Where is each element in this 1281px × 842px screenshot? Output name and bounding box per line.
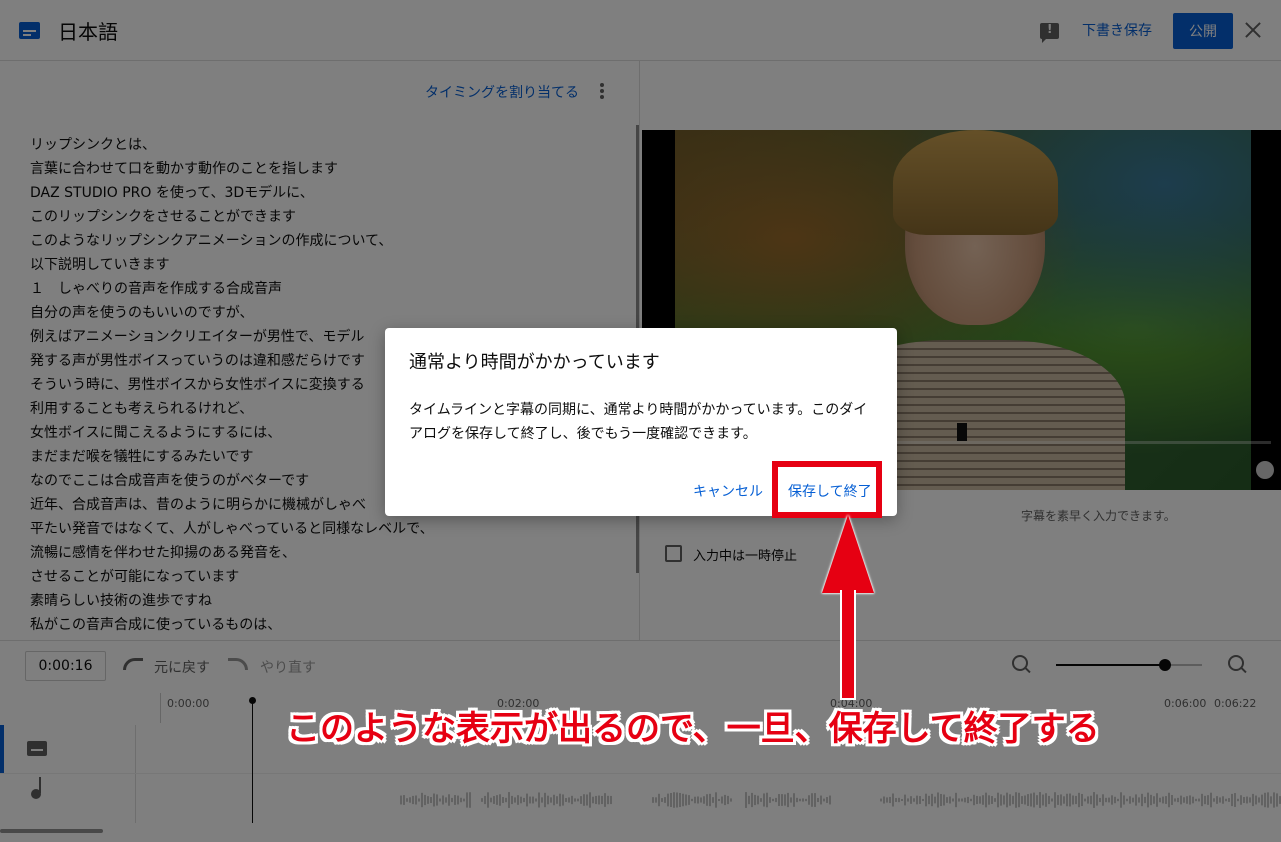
dialog-title: 通常より時間がかかっています <box>409 352 660 373</box>
highlight-box <box>772 461 882 518</box>
dialog-message: タイムラインと字幕の同期に、通常より時間がかかっています。このダイアログを保存し… <box>409 402 868 442</box>
callout-text: このような表示が出るので、一旦、保存して終了する <box>286 709 1100 749</box>
arrow-up-icon <box>822 515 874 593</box>
cancel-button[interactable]: キャンセル <box>693 481 763 501</box>
arrow-shaft <box>840 590 856 700</box>
